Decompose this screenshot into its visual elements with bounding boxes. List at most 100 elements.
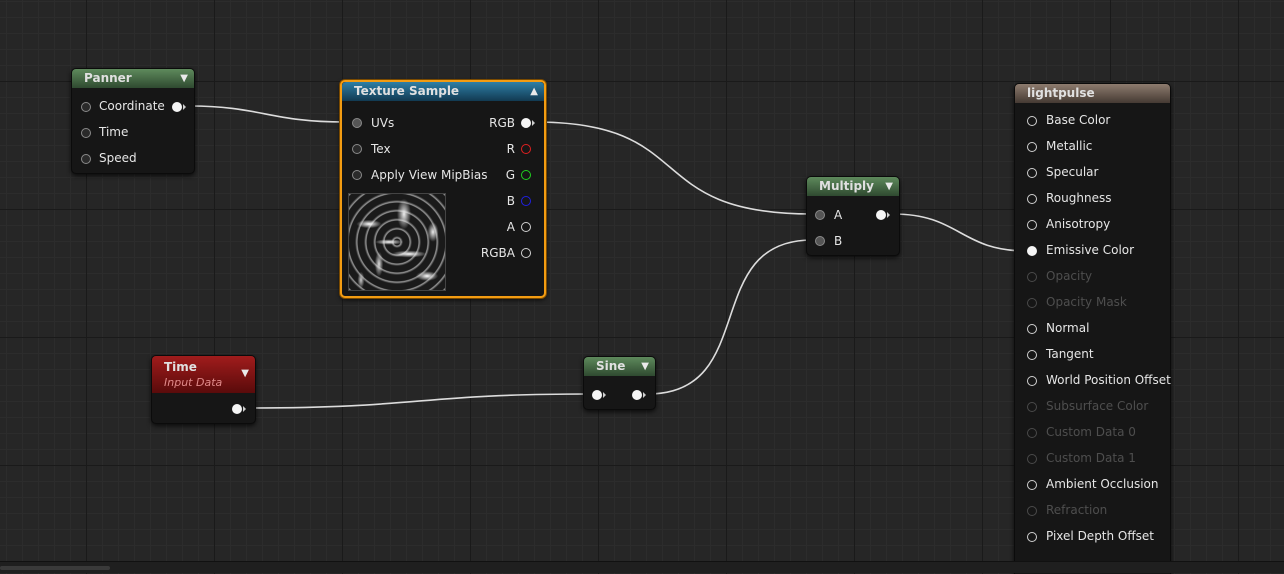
rgba-output-pin[interactable] [521, 248, 531, 258]
mipbias-pin-label: Apply View MipBias [371, 168, 488, 182]
uvs-pin-label: UVs [371, 116, 395, 130]
texture-sample-node[interactable]: Texture Sample ▲ UVs Tex Apply View MipB… [340, 80, 546, 298]
tex-input-pin[interactable] [352, 144, 362, 154]
coordinate-input-pin[interactable] [81, 102, 91, 112]
material-pin-label: Ambient Occlusion [1046, 477, 1159, 491]
time-input-pin[interactable] [81, 128, 91, 138]
a-output-pin[interactable] [521, 222, 531, 232]
g-pin-label: G [505, 168, 515, 182]
rgb-output-pin[interactable] [521, 118, 531, 128]
material-pin-label: World Position Offset [1046, 373, 1171, 387]
material-output-node[interactable]: lightpulse Base Color Metallic Specular Rou… [1014, 83, 1171, 574]
multiply-node-header[interactable]: Multiply ▼ [807, 177, 899, 196]
material-pin-label: Opacity Mask [1046, 295, 1127, 309]
texture-sample-header[interactable]: Texture Sample ▲ [342, 82, 544, 101]
material-pin-label: Refraction [1046, 503, 1108, 517]
material-input-pin[interactable] [1027, 480, 1037, 490]
output-arrow-icon [243, 406, 246, 412]
material-pin-label: Base Color [1046, 113, 1111, 127]
material-input-pin[interactable] [1027, 506, 1037, 516]
multiply-node[interactable]: Multiply ▼ A B [806, 176, 900, 256]
time-pin-label: Time [99, 125, 129, 139]
panner-output-pin[interactable] [172, 102, 182, 112]
panner-node-title: Panner [84, 71, 132, 85]
sine-node-header[interactable]: Sine ▼ [584, 357, 655, 376]
chevron-down-icon[interactable]: ▼ [885, 177, 893, 196]
wire-rgb-to-multiply-a [534, 121, 813, 215]
material-pin-label: Metallic [1046, 139, 1093, 153]
speed-input-pin[interactable] [81, 154, 91, 164]
scrollbar-thumb[interactable] [0, 566, 110, 570]
sine-output-pin[interactable] [632, 390, 642, 400]
material-input-pin[interactable] [1027, 428, 1037, 438]
material-node-header[interactable]: lightpulse [1015, 84, 1170, 103]
mipbias-input-pin[interactable] [352, 170, 362, 180]
multiply-a-input-pin[interactable] [815, 210, 825, 220]
rgba-pin-label: RGBA [480, 246, 515, 260]
material-input-pin[interactable] [1027, 376, 1037, 386]
sine-node[interactable]: Sine ▼ [583, 356, 656, 410]
chevron-up-icon[interactable]: ▲ [530, 82, 538, 101]
time-node-header[interactable]: Time Input Data ▼ [152, 356, 255, 393]
b-output-pin[interactable] [521, 196, 531, 206]
g-output-pin[interactable] [521, 170, 531, 180]
chevron-down-icon[interactable]: ▼ [180, 69, 188, 88]
time-output-pin[interactable] [232, 404, 242, 414]
multiply-b-label: B [834, 234, 843, 248]
multiply-b-input-pin[interactable] [815, 236, 825, 246]
material-input-pin[interactable] [1027, 116, 1037, 126]
wire-time-to-sine [249, 393, 589, 409]
wire-multiply-to-emissive [892, 213, 1028, 252]
material-input-pin[interactable] [1027, 298, 1037, 308]
material-input-pin[interactable] [1027, 532, 1037, 542]
material-input-pin[interactable] [1027, 220, 1037, 230]
material-input-pin[interactable] [1027, 402, 1037, 412]
output-arrow-icon [887, 212, 890, 218]
input-arrow-icon [603, 392, 606, 398]
sine-node-title: Sine [596, 359, 626, 373]
material-input-pin[interactable] [1027, 454, 1037, 464]
r-output-pin[interactable] [521, 144, 531, 154]
wire-panner-to-uvs [189, 105, 346, 123]
coordinate-pin-label: Coordinate [99, 99, 165, 113]
tex-pin-label: Tex [371, 142, 391, 156]
a-pin-label: A [506, 220, 515, 234]
rgb-pin-label: RGB [489, 116, 515, 130]
material-input-pin[interactable] [1027, 246, 1037, 256]
horizontal-scrollbar[interactable] [0, 561, 1284, 573]
panner-node[interactable]: Panner ▼ Coordinate Time Speed [71, 68, 195, 174]
chevron-down-icon[interactable]: ▼ [641, 357, 649, 376]
material-pin-label: Opacity [1046, 269, 1093, 283]
material-pin-label: Emissive Color [1046, 243, 1135, 257]
multiply-node-title: Multiply [819, 179, 874, 193]
output-arrow-icon [643, 392, 646, 398]
material-input-pin[interactable] [1027, 324, 1037, 334]
multiply-output-pin[interactable] [876, 210, 886, 220]
material-input-pin[interactable] [1027, 168, 1037, 178]
material-input-pin[interactable] [1027, 272, 1037, 282]
panner-node-header[interactable]: Panner ▼ [72, 69, 194, 88]
chevron-down-icon[interactable]: ▼ [241, 366, 249, 382]
sine-input-pin[interactable] [592, 390, 602, 400]
r-pin-label: R [506, 142, 515, 156]
material-pin-label: Specular [1046, 165, 1099, 179]
multiply-a-label: A [834, 208, 843, 222]
material-pin-label: Tangent [1046, 347, 1094, 361]
material-pin-label: Anisotropy [1046, 217, 1111, 231]
output-arrow-icon [532, 120, 535, 126]
material-pin-label: Custom Data 0 [1046, 425, 1136, 439]
time-node[interactable]: Time Input Data ▼ [151, 355, 256, 424]
wire-sine-to-multiply-b [647, 239, 813, 395]
output-arrow-icon [183, 104, 186, 110]
material-input-pin[interactable] [1027, 142, 1037, 152]
material-pin-label: Normal [1046, 321, 1090, 335]
speed-pin-label: Speed [99, 151, 137, 165]
texture-sample-title: Texture Sample [354, 84, 460, 98]
material-input-pin[interactable] [1027, 194, 1037, 204]
material-pin-label: Subsurface Color [1046, 399, 1149, 413]
uvs-input-pin[interactable] [352, 118, 362, 128]
material-pin-label: Pixel Depth Offset [1046, 529, 1154, 543]
material-pin-label: Custom Data 1 [1046, 451, 1136, 465]
material-input-pin[interactable] [1027, 350, 1037, 360]
b-pin-label: B [506, 194, 515, 208]
